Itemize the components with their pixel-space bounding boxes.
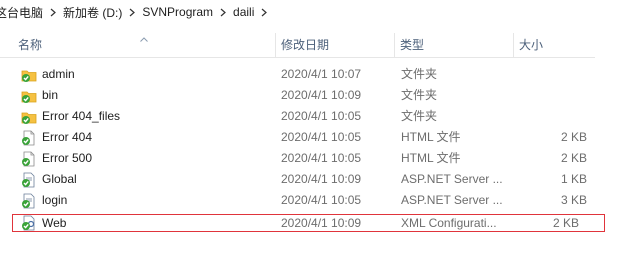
file-size: 2 KB <box>552 216 579 230</box>
file-row-selected[interactable]: Web 2020/4/1 10:09 XML Configurati... 2 … <box>12 214 605 232</box>
svn-html-file-icon <box>21 151 37 167</box>
file-row[interactable]: Error 404 2020/4/1 10:05 HTML 文件 2 KB <box>0 127 625 148</box>
chevron-right-icon[interactable] <box>216 0 230 24</box>
file-modified: 2020/4/1 10:05 <box>281 130 362 144</box>
file-name: Web <box>42 216 67 230</box>
breadcrumb-this-pc[interactable]: 这台电脑 <box>0 4 46 21</box>
file-row[interactable]: Error 500 2020/4/1 10:05 HTML 文件 2 KB <box>0 148 625 169</box>
file-type: HTML 文件 <box>401 130 461 144</box>
file-name: Error 404 <box>42 130 93 144</box>
file-row[interactable]: Global 2020/4/1 10:09 ASP.NET Server ...… <box>0 169 625 190</box>
breadcrumb-drive-d[interactable]: 新加卷 (D:) <box>60 4 125 21</box>
file-modified: 2020/4/1 10:09 <box>281 216 362 230</box>
file-modified: 2020/4/1 10:09 <box>281 172 362 186</box>
file-type: XML Configurati... <box>401 216 497 230</box>
file-modified: 2020/4/1 10:05 <box>281 193 362 207</box>
file-type: ASP.NET Server ... <box>401 193 503 207</box>
chevron-right-icon[interactable] <box>257 0 271 24</box>
column-size[interactable]: 大小 <box>513 33 595 57</box>
file-size: 1 KB <box>560 172 587 186</box>
column-type[interactable]: 类型 <box>394 33 513 57</box>
column-modified[interactable]: 修改日期 <box>275 33 394 57</box>
svn-folder-icon <box>21 88 37 104</box>
file-size: 2 KB <box>560 151 587 165</box>
file-name: login <box>42 193 68 207</box>
svn-aspnet-file-icon <box>21 172 37 188</box>
column-name[interactable]: 名称 <box>12 33 275 57</box>
column-header: 名称 修改日期 类型 大小 <box>0 33 595 58</box>
file-name: Error 404_files <box>42 109 121 123</box>
svn-folder-icon <box>21 109 37 125</box>
file-size: 2 KB <box>560 130 587 144</box>
file-modified: 2020/4/1 10:05 <box>281 109 362 123</box>
file-row[interactable]: bin 2020/4/1 10:09 文件夹 <box>0 85 625 106</box>
breadcrumb: 这台电脑 新加卷 (D:) SVNProgram daili <box>0 0 625 24</box>
chevron-right-icon[interactable] <box>46 0 60 24</box>
file-modified: 2020/4/1 10:07 <box>281 67 362 81</box>
file-row[interactable]: Error 404_files 2020/4/1 10:05 文件夹 <box>0 106 625 127</box>
breadcrumb-svnprogram[interactable]: SVNProgram <box>139 5 216 19</box>
svn-config-file-icon <box>21 215 37 231</box>
svn-folder-icon <box>21 67 37 83</box>
file-type: 文件夹 <box>401 109 438 123</box>
chevron-right-icon[interactable] <box>125 0 139 24</box>
breadcrumb-daili[interactable]: daili <box>230 5 257 19</box>
file-type: HTML 文件 <box>401 151 461 165</box>
file-modified: 2020/4/1 10:05 <box>281 151 362 165</box>
file-type: 文件夹 <box>401 67 438 81</box>
svn-aspnet-file-icon <box>21 193 37 209</box>
file-name: Global <box>42 172 77 186</box>
file-row[interactable]: admin 2020/4/1 10:07 文件夹 <box>0 64 625 85</box>
file-size: 3 KB <box>560 193 587 207</box>
svn-html-file-icon <box>21 130 37 146</box>
file-name: admin <box>42 67 75 81</box>
file-row[interactable]: login 2020/4/1 10:05 ASP.NET Server ... … <box>0 190 625 211</box>
file-name: Error 500 <box>42 151 93 165</box>
file-modified: 2020/4/1 10:09 <box>281 88 362 102</box>
file-type: ASP.NET Server ... <box>401 172 503 186</box>
file-type: 文件夹 <box>401 88 438 102</box>
file-name: bin <box>42 88 59 102</box>
